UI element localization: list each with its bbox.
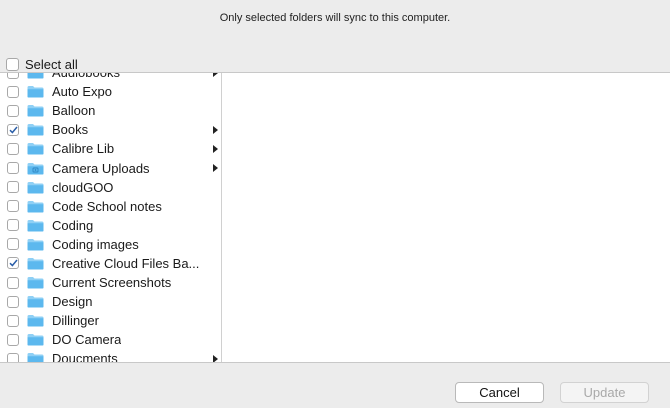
folder-label: Creative Cloud Files Ba... <box>52 255 200 271</box>
camera-folder-icon <box>19 162 44 175</box>
folder-label: Balloon <box>52 103 96 119</box>
folder-row[interactable]: cloudGOO <box>0 178 221 197</box>
folder-checkbox[interactable] <box>7 85 19 98</box>
folder-row[interactable]: Coding images <box>0 235 221 254</box>
folder-icon <box>19 73 44 79</box>
folder-icon <box>19 85 44 98</box>
folder-checkbox[interactable] <box>7 219 19 232</box>
folder-row[interactable]: Camera Uploads <box>0 158 221 177</box>
folder-checkbox[interactable] <box>7 352 19 362</box>
folder-checkbox[interactable] <box>7 181 19 194</box>
folder-checkbox[interactable] <box>7 314 19 327</box>
folder-icon <box>19 104 44 117</box>
folder-checkbox[interactable] <box>7 123 19 136</box>
folder-label: Audiobooks <box>52 73 120 80</box>
folder-label: Doucments <box>52 351 118 362</box>
folder-row[interactable]: Audiobooks <box>0 73 221 82</box>
folder-icon <box>19 238 44 251</box>
cancel-button[interactable]: Cancel <box>455 382 544 403</box>
folder-checkbox[interactable] <box>7 276 19 289</box>
dialog-message: Only selected folders will sync to this … <box>219 12 451 24</box>
folder-checkbox[interactable] <box>7 162 19 175</box>
folder-icon <box>19 276 44 289</box>
folder-row[interactable]: Calibre Lib <box>0 139 221 158</box>
folder-icon <box>19 257 44 270</box>
folder-row[interactable]: Balloon <box>0 101 221 120</box>
folder-label: Code School notes <box>52 198 162 214</box>
folder-row[interactable]: Auto Expo <box>0 82 221 101</box>
folder-label: DO Camera <box>52 332 122 348</box>
folder-icon <box>19 219 44 232</box>
folder-row[interactable]: Doucments <box>0 349 221 362</box>
folder-checkbox[interactable] <box>7 142 19 155</box>
subfolder-column[interactable] <box>222 73 670 362</box>
folder-label: Current Screenshots <box>52 275 172 291</box>
folder-checkbox[interactable] <box>7 73 19 79</box>
disclosure-arrow-icon[interactable] <box>213 164 218 173</box>
folder-row[interactable]: Coding <box>0 216 221 235</box>
disclosure-arrow-icon[interactable] <box>213 144 218 153</box>
folder-label: Calibre Lib <box>52 141 115 157</box>
folder-label: cloudGOO <box>52 179 114 195</box>
folder-icon <box>19 333 44 346</box>
disclosure-arrow-icon[interactable] <box>213 73 218 77</box>
folder-checkbox[interactable] <box>7 295 19 308</box>
folder-row[interactable]: Dillinger <box>0 311 221 330</box>
select-all-checkbox[interactable]: Select all <box>6 56 78 72</box>
folder-label: Camera Uploads <box>52 160 150 176</box>
folder-checkbox[interactable] <box>7 238 19 251</box>
folder-row[interactable]: DO Camera <box>0 330 221 349</box>
folder-icon <box>19 142 44 155</box>
folder-icon <box>19 200 44 213</box>
folder-row[interactable]: Creative Cloud Files Ba... <box>0 254 221 273</box>
update-button[interactable]: Update <box>560 382 649 403</box>
folder-row[interactable]: Current Screenshots <box>0 273 221 292</box>
folder-list-column[interactable]: Audiobooks Auto Expo Balloon Books Calibre L… <box>0 73 222 362</box>
folder-label: Design <box>52 294 93 310</box>
select-all-label: Select all <box>25 56 78 72</box>
disclosure-arrow-icon[interactable] <box>213 354 218 362</box>
folder-icon <box>19 123 44 136</box>
folder-list: Audiobooks Auto Expo Balloon Books Calibre L… <box>0 73 221 362</box>
folder-icon <box>19 352 44 362</box>
folder-label: Auto Expo <box>52 84 112 100</box>
folder-label: Coding <box>52 217 94 233</box>
folder-label: Coding images <box>52 236 139 252</box>
folder-browser: Audiobooks Auto Expo Balloon Books Calibre L… <box>0 72 670 363</box>
disclosure-arrow-icon[interactable] <box>213 125 218 134</box>
folder-row[interactable]: Books <box>0 120 221 139</box>
checkbox-icon[interactable] <box>6 57 19 71</box>
folder-label: Books <box>52 122 89 138</box>
folder-checkbox[interactable] <box>7 257 19 270</box>
folder-icon <box>19 314 44 327</box>
folder-row[interactable]: Design <box>0 292 221 311</box>
folder-label: Dillinger <box>52 313 99 329</box>
folder-icon <box>19 181 44 194</box>
folder-checkbox[interactable] <box>7 333 19 346</box>
folder-icon <box>19 295 44 308</box>
folder-checkbox[interactable] <box>7 104 19 117</box>
folder-checkbox[interactable] <box>7 200 19 213</box>
folder-row[interactable]: Code School notes <box>0 197 221 216</box>
